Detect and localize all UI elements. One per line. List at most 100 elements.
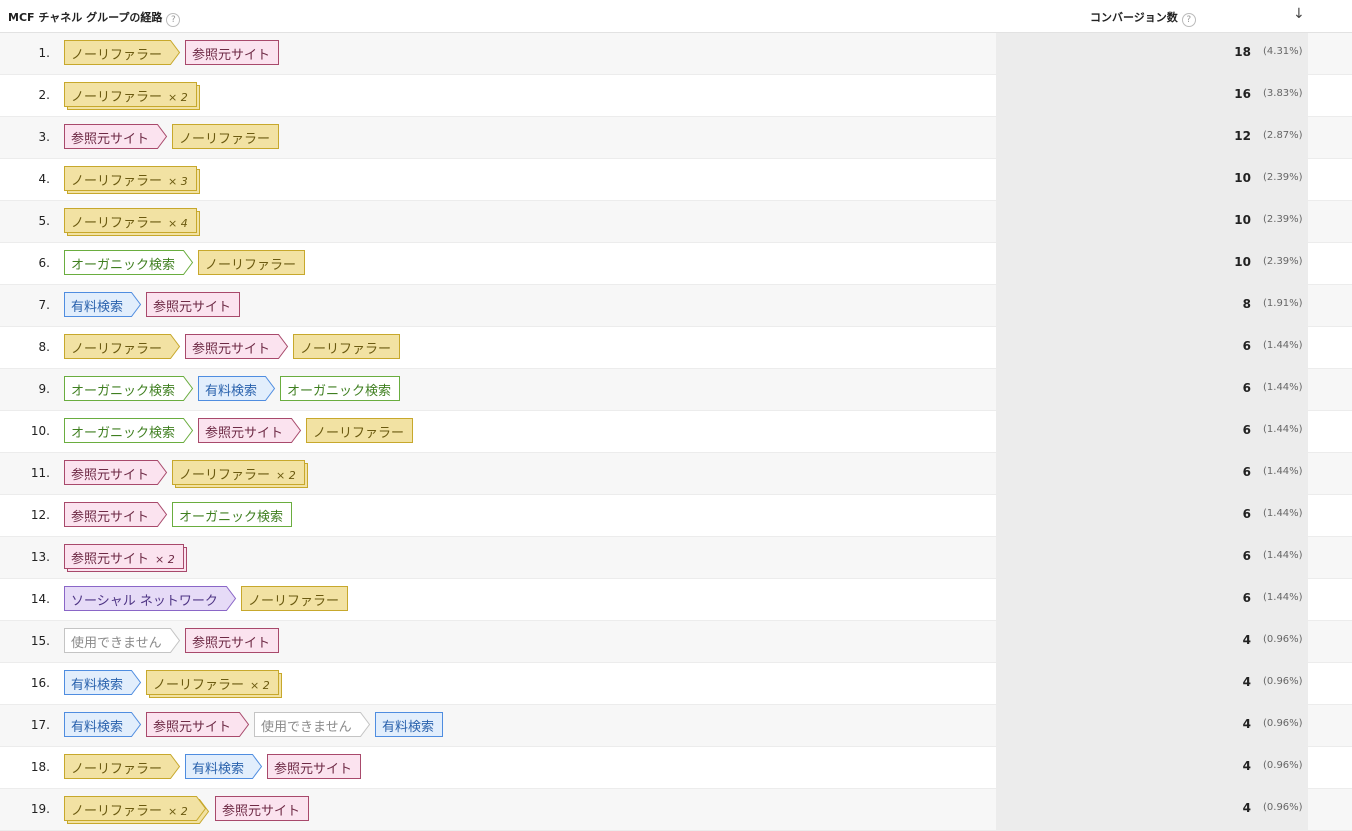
table-row[interactable]: 11. 参照元サイト ノーリファラー × 2 6 (1.44%) — [0, 453, 1352, 495]
channel-chip-referral[interactable]: 参照元サイト × 2 — [64, 544, 187, 572]
row-number: 11. — [30, 466, 50, 480]
channel-chip-organic[interactable]: オーガニック検索 — [64, 250, 194, 276]
channel-chip-direct[interactable]: ノーリファラー — [241, 586, 348, 612]
channel-label: 参照元サイト — [274, 758, 352, 777]
channel-chip-direct[interactable]: ノーリファラー × 2 — [146, 670, 282, 698]
conversions-cell-bg — [996, 705, 1308, 746]
table-row[interactable]: 2. ノーリファラー × 2 16 (3.83%) — [0, 75, 1352, 117]
table-row[interactable]: 15. 使用できません 参照元サイト 4 (0.96%) — [0, 621, 1352, 663]
channel-chip-direct[interactable]: ノーリファラー × 4 — [64, 208, 200, 236]
channel-chip-direct[interactable]: ノーリファラー — [293, 334, 400, 360]
channel-chip-referral[interactable]: 参照元サイト — [64, 460, 168, 486]
channel-chip-paid[interactable]: 有料検索 — [198, 376, 276, 402]
channel-chip-organic[interactable]: オーガニック検索 — [172, 502, 292, 528]
table-row[interactable]: 10. オーガニック検索 参照元サイト ノーリファラー 6 (1.44%) — [0, 411, 1352, 453]
conversion-percent: (0.96%) — [1263, 676, 1303, 687]
channel-name: ノーリファラー — [71, 216, 163, 231]
conversions-cell-bg — [996, 201, 1308, 242]
table-row[interactable]: 3. 参照元サイト ノーリファラー 12 (2.87%) — [0, 117, 1352, 159]
channel-chip-direct[interactable]: ノーリファラー × 2 — [64, 82, 200, 110]
channel-label: 有料検索 — [192, 758, 244, 777]
channel-chip-referral[interactable]: 参照元サイト — [146, 712, 250, 738]
channel-name: ノーリファラー — [300, 342, 392, 357]
channel-chip-paid[interactable]: 有料検索 — [375, 712, 443, 738]
column-header-path[interactable]: MCF チャネル グループの経路? — [8, 9, 181, 27]
conversion-count: 6 — [1242, 423, 1251, 437]
channel-chip-organic[interactable]: オーガニック検索 — [64, 376, 194, 402]
table-row[interactable]: 12. 参照元サイト オーガニック検索 6 (1.44%) — [0, 495, 1352, 537]
channel-chip-organic[interactable]: オーガニック検索 — [280, 376, 400, 402]
channel-chip-referral[interactable]: 参照元サイト — [185, 40, 279, 66]
channel-chip-referral[interactable]: 参照元サイト — [198, 418, 302, 444]
channel-chip-paid[interactable]: 有料検索 — [64, 712, 142, 738]
channel-label: 参照元サイト — [71, 128, 149, 147]
channel-chip-referral[interactable]: 参照元サイト — [64, 124, 168, 150]
table-row[interactable]: 16. 有料検索 ノーリファラー × 2 4 (0.96%) — [0, 663, 1352, 705]
channel-chip-paid[interactable]: 有料検索 — [185, 754, 263, 780]
channel-chip-organic[interactable]: オーガニック検索 — [64, 418, 194, 444]
channel-label: ノーリファラー — [71, 44, 162, 63]
channel-chip-referral[interactable]: 参照元サイト — [215, 796, 309, 822]
channel-chip-unavail[interactable]: 使用できません — [64, 628, 181, 654]
channel-chip-direct[interactable]: ノーリファラー — [306, 418, 413, 444]
help-icon[interactable]: ? — [1181, 13, 1196, 27]
channel-chip-direct[interactable]: ノーリファラー × 3 — [64, 166, 200, 194]
conversion-percent: (1.44%) — [1263, 508, 1303, 519]
channel-chip-direct[interactable]: ノーリファラー — [64, 334, 181, 360]
channel-chip-paid[interactable]: 有料検索 — [64, 292, 142, 318]
table-row[interactable]: 6. オーガニック検索 ノーリファラー 10 (2.39%) — [0, 243, 1352, 285]
channel-label: 有料検索 — [71, 674, 123, 693]
channel-chip-direct[interactable]: ノーリファラー × 2 — [172, 460, 308, 488]
table-row[interactable]: 19. ノーリファラー × 2 参照元サイト 4 (0.96%) — [0, 789, 1352, 831]
channel-name: 参照元サイト — [274, 762, 353, 777]
channel-chip-direct[interactable]: ノーリファラー — [64, 40, 181, 66]
column-header-conversions[interactable]: コンバージョン数? — [1090, 9, 1196, 27]
channel-name: オーガニック検索 — [179, 510, 284, 525]
table-row[interactable]: 8. ノーリファラー 参照元サイト ノーリファラー 6 (1.44%) — [0, 327, 1352, 369]
channel-name: 参照元サイト — [71, 510, 150, 525]
help-icon[interactable]: ? — [166, 13, 181, 27]
table-row[interactable]: 7. 有料検索 参照元サイト 8 (1.91%) — [0, 285, 1352, 327]
conversion-count: 4 — [1242, 633, 1251, 647]
conversion-count: 6 — [1242, 465, 1251, 479]
channel-chip-referral[interactable]: 参照元サイト — [185, 334, 289, 360]
conversion-count: 10 — [1234, 171, 1251, 185]
conversion-count: 4 — [1242, 717, 1251, 731]
repeat-count: × 3 — [168, 175, 188, 188]
channel-chip-referral[interactable]: 参照元サイト — [64, 502, 168, 528]
arrow-down-icon[interactable]: ↓ — [1293, 6, 1305, 22]
channel-chip-direct[interactable]: ノーリファラー × 2 — [64, 796, 210, 824]
conversions-cell-bg — [996, 537, 1308, 578]
channel-chip-direct[interactable]: ノーリファラー — [172, 124, 279, 150]
channel-chip-referral[interactable]: 参照元サイト — [267, 754, 361, 780]
channel-label: ノーリファラー — [205, 254, 296, 273]
conversions-cell-bg — [996, 369, 1308, 410]
conversion-percent: (2.39%) — [1263, 256, 1303, 267]
channel-chip-referral[interactable]: 参照元サイト — [146, 292, 240, 318]
channel-label: ノーリファラー × 2 — [71, 800, 188, 819]
table-row[interactable]: 9. オーガニック検索 有料検索 オーガニック検索 6 (1.44%) — [0, 369, 1352, 411]
channel-chip-direct[interactable]: ノーリファラー — [198, 250, 305, 276]
channel-chip-referral[interactable]: 参照元サイト — [185, 628, 279, 654]
table-row[interactable]: 1. ノーリファラー 参照元サイト 18 (4.31%) — [0, 33, 1352, 75]
table-row[interactable]: 13. 参照元サイト × 2 6 (1.44%) — [0, 537, 1352, 579]
table-row[interactable]: 17. 有料検索 参照元サイト 使用できません 有料検索 4 (0.96%) — [0, 705, 1352, 747]
table-row[interactable]: 4. ノーリファラー × 3 10 (2.39%) — [0, 159, 1352, 201]
conversions-cell-bg — [996, 75, 1308, 116]
channel-chip-paid[interactable]: 有料検索 — [64, 670, 142, 696]
conversion-percent: (0.96%) — [1263, 760, 1303, 771]
channel-label: オーガニック検索 — [71, 422, 175, 441]
channel-label: 有料検索 — [205, 380, 257, 399]
channel-name: 有料検索 — [71, 678, 124, 693]
channel-chip-direct[interactable]: ノーリファラー — [64, 754, 181, 780]
repeat-count: × 2 — [250, 679, 270, 692]
channel-chip-unavail[interactable]: 使用できません — [254, 712, 371, 738]
channel-name: ノーリファラー — [248, 594, 340, 609]
table-row[interactable]: 18. ノーリファラー 有料検索 参照元サイト 4 (0.96%) — [0, 747, 1352, 789]
repeat-count: × 2 — [276, 469, 296, 482]
channel-chip-social[interactable]: ソーシャル ネットワーク — [64, 586, 237, 612]
table-row[interactable]: 14. ソーシャル ネットワーク ノーリファラー 6 (1.44%) — [0, 579, 1352, 621]
table-row[interactable]: 5. ノーリファラー × 4 10 (2.39%) — [0, 201, 1352, 243]
channel-name: 参照元サイト — [192, 636, 271, 651]
conversion-percent: (0.96%) — [1263, 634, 1303, 645]
